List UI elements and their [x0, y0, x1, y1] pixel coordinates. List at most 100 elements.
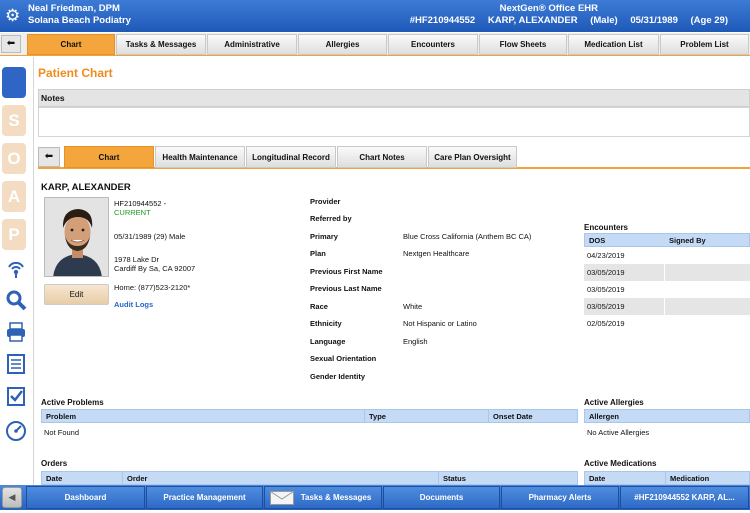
active-medications-title: Active Medications — [584, 459, 657, 468]
active-problems-col-problem: Problem — [46, 412, 77, 421]
encounter-row[interactable]: 03/05/2019 — [584, 264, 750, 281]
bottom-nav-practice-management[interactable]: Practice Management — [146, 486, 263, 509]
provider-info: Neal Friedman, DPM Solana Beach Podiatry — [28, 3, 131, 27]
notes-field[interactable] — [38, 107, 750, 137]
active-medications-header-row: Date Medication — [584, 471, 750, 485]
orders-header-row: Date Order Status — [41, 471, 578, 485]
field-label-provider: Provider — [310, 197, 341, 206]
field-label-gender-identity: Gender Identity — [310, 372, 366, 381]
back-arrow-icon[interactable]: ⬅ — [38, 147, 60, 167]
patient-name: KARP, ALEXANDER — [41, 182, 131, 193]
subtab-health-maintenance[interactable]: Health Maintenance — [155, 146, 245, 168]
active-problems-col-type: Type — [364, 410, 386, 422]
practice-name: Solana Beach Podiatry — [28, 15, 131, 26]
patient-banner-dob: 05/31/1989 — [630, 15, 678, 26]
orders-panel: Orders Date Order Status — [41, 459, 578, 485]
bottom-nav-tasks-messages-label: Tasks & Messages — [300, 493, 372, 502]
patient-banner-age: (Age 29) — [690, 15, 728, 26]
main-content: Patient Chart Notes ⬅ Chart Health Maint… — [35, 57, 750, 485]
tab-tasks-messages[interactable]: Tasks & Messages — [116, 34, 206, 55]
encounter-dos: 03/05/2019 — [584, 298, 664, 315]
active-medications-col-date: Date — [589, 474, 606, 483]
audit-logs-link[interactable]: Audit Logs — [114, 300, 153, 309]
tab-medication-list[interactable]: Medication List — [568, 34, 659, 55]
patient-status: CURRENT — [114, 208, 151, 217]
encounter-dos: 02/05/2019 — [587, 319, 625, 328]
patient-photo — [44, 197, 109, 277]
encounter-dos: 03/05/2019 — [587, 285, 625, 294]
wireless-icon[interactable] — [3, 257, 29, 283]
patient-address: 1978 Lake Dr Cardiff By Sa, CA 92007 — [114, 255, 195, 273]
soap-tab-s[interactable]: S — [2, 105, 26, 136]
field-value-race: White — [403, 302, 423, 311]
encounters-title: Encounters — [584, 223, 629, 232]
tab-problem-list[interactable]: Problem List — [660, 34, 749, 55]
page-title: Patient Chart — [38, 66, 113, 80]
active-problems-col-onset-date: Onset Date — [488, 410, 533, 422]
subtab-chart[interactable]: Chart — [64, 146, 154, 168]
bottom-nav-documents[interactable]: Documents — [383, 486, 500, 509]
patient-banner-name: KARP, ALEXANDER — [487, 15, 578, 26]
patient-home-phone: Home: (877)523-2120* — [114, 283, 191, 292]
back-arrow-icon[interactable]: ⬅ — [1, 35, 21, 53]
encounter-dos: 03/05/2019 — [584, 264, 664, 281]
bottom-nav-current-patient[interactable]: #HF210944552 KARP, AL... — [620, 486, 749, 509]
bottom-nav-tasks-messages[interactable]: Tasks & Messages — [264, 486, 382, 509]
tab-allergies[interactable]: Allergies — [298, 34, 387, 55]
soap-tab-a[interactable]: A — [2, 181, 26, 212]
orders-title: Orders — [41, 459, 68, 468]
printer-icon[interactable] — [3, 321, 29, 347]
app-title: NextGen® Office EHR — [499, 3, 598, 14]
tab-administrative[interactable]: Administrative — [207, 34, 297, 55]
soap-tab-o[interactable]: O — [2, 143, 26, 174]
encounter-row[interactable]: 03/05/2019 — [584, 298, 750, 315]
provider-name: Neal Friedman, DPM — [28, 3, 120, 14]
tab-encounters[interactable]: Encounters — [388, 34, 478, 55]
active-medications-col-medication: Medication — [665, 472, 709, 484]
field-label-previous-first-name: Previous First Name — [310, 267, 383, 276]
field-value-plan: Nextgen Healthcare — [403, 249, 470, 258]
encounter-row[interactable]: 02/05/2019 — [584, 315, 750, 332]
orders-col-status: Status — [438, 472, 466, 484]
encounter-row[interactable]: 04/23/2019 — [584, 247, 750, 264]
subtab-longitudinal-record[interactable]: Longitudinal Record — [246, 146, 336, 168]
tab-chart[interactable]: Chart — [27, 34, 115, 55]
encounter-signed-by — [665, 264, 750, 281]
left-sidebar: S O A P — [0, 57, 34, 485]
encounter-row[interactable]: 03/05/2019 — [584, 281, 750, 298]
soap-tab-blank[interactable] — [2, 67, 26, 98]
checklist-icon[interactable] — [3, 385, 29, 411]
back-triangle-icon[interactable]: ◀ — [2, 487, 22, 508]
encounters-col-signed-by: Signed By — [669, 236, 706, 245]
field-label-ethnicity: Ethnicity — [310, 319, 342, 328]
encounters-panel: Encounters DOS Signed By 04/23/2019 03/0… — [584, 223, 750, 332]
patient-banner-id: #HF210944552 — [409, 15, 476, 26]
patient-dob: 05/31/1989 (29) Male — [114, 232, 186, 241]
tab-flow-sheets[interactable]: Flow Sheets — [479, 34, 567, 55]
active-problems-empty: Not Found — [44, 428, 80, 437]
active-allergies-title: Active Allergies — [584, 398, 644, 407]
list-icon[interactable] — [3, 353, 29, 379]
subtab-care-plan-oversight[interactable]: Care Plan Oversight — [428, 146, 517, 168]
field-value-language: English — [403, 337, 428, 346]
active-problems-header-row: Problem Type Onset Date — [41, 409, 578, 423]
encounters-col-dos: DOS — [589, 236, 606, 245]
soap-tab-p[interactable]: P — [2, 219, 26, 250]
subtab-chart-notes[interactable]: Chart Notes — [337, 146, 427, 168]
gear-icon[interactable]: ⚙ — [5, 6, 20, 26]
field-value-ethnicity: Not Hispanic or Latino — [403, 319, 477, 328]
encounters-header-row: DOS Signed By — [584, 233, 750, 247]
active-allergies-panel: Active Allergies Allergen No Active Alle… — [584, 398, 750, 442]
field-value-primary: Blue Cross California (Anthem BC CA) — [403, 232, 532, 241]
active-problems-title: Active Problems — [41, 398, 104, 407]
bottom-nav-pharmacy-alerts[interactable]: Pharmacy Alerts — [501, 486, 619, 509]
gauge-icon[interactable] — [3, 419, 29, 445]
encounter-signed-by — [665, 281, 750, 298]
bottom-nav-dashboard[interactable]: Dashboard — [26, 486, 145, 509]
field-label-sexual-orientation: Sexual Orientation — [310, 354, 377, 363]
edit-button[interactable]: Edit — [44, 284, 109, 305]
active-allergies-col-allergen: Allergen — [584, 409, 750, 423]
app-header: ⚙ Neal Friedman, DPM Solana Beach Podiat… — [0, 0, 750, 32]
field-label-primary: Primary — [310, 232, 338, 241]
search-icon[interactable] — [3, 289, 29, 315]
